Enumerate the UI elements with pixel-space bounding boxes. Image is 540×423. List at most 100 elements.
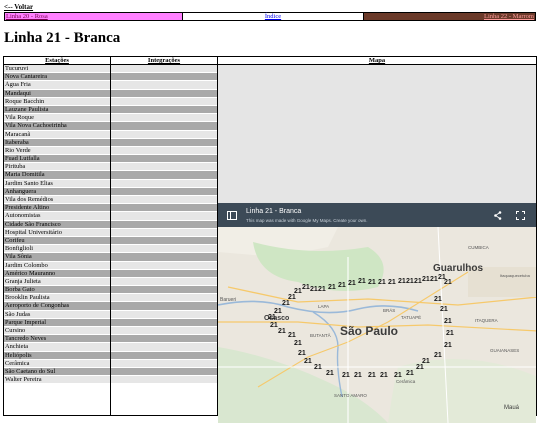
station-marker[interactable]: 21 — [358, 278, 366, 285]
integration-cell — [111, 318, 217, 327]
back-link[interactable]: <-- Voltar — [4, 3, 33, 11]
station-marker[interactable]: 21 — [314, 364, 322, 371]
station-marker[interactable]: 21 — [304, 358, 312, 365]
map-label-sao-paulo: São Paulo — [340, 324, 398, 338]
station-marker[interactable]: 21 — [294, 340, 302, 347]
map-canvas[interactable]: Guarulhos São Paulo Osasco Barueri LAPA … — [218, 227, 536, 423]
map-legend-icon[interactable] — [227, 211, 237, 220]
station-row: Granja Julieta — [4, 277, 110, 287]
index-link[interactable]: Índice — [183, 13, 364, 20]
station-marker[interactable]: 21 — [446, 330, 454, 337]
station-marker[interactable]: 21 — [326, 370, 334, 377]
integrations-column — [110, 64, 218, 416]
integration-cell — [111, 367, 217, 377]
fullscreen-icon[interactable] — [516, 211, 525, 220]
station-marker[interactable]: 21 — [318, 286, 326, 293]
station-marker[interactable]: 21 — [278, 328, 286, 335]
station-row: Vila Nova Cachoeirinha — [4, 122, 110, 131]
station-row: São Caetano do Sul — [4, 367, 110, 377]
station-row: Lauzane Paulista — [4, 105, 110, 115]
station-marker[interactable]: 21 — [416, 364, 424, 371]
station-row: Presidente Altino — [4, 204, 110, 213]
integration-cell — [111, 105, 217, 115]
share-icon[interactable] — [494, 211, 502, 220]
map-label-itaquaquecetuba: Itaquaquecetuba — [500, 273, 531, 278]
station-marker[interactable]: 21 — [354, 372, 362, 379]
map-title[interactable]: Linha 21 - Branca — [246, 208, 301, 215]
station-row: Tancredo Neves — [4, 335, 110, 344]
integration-cell — [111, 359, 217, 368]
integration-cell — [111, 163, 217, 172]
station-marker[interactable]: 21 — [282, 300, 290, 307]
integration-cell — [111, 236, 217, 246]
station-marker[interactable]: 21 — [380, 372, 388, 379]
previous-line-link[interactable]: Linha 20 - Rosa — [5, 13, 183, 20]
station-marker[interactable]: 21 — [394, 372, 402, 379]
next-line-link[interactable]: Linha 22 - Marrom — [364, 13, 535, 20]
station-row: Américo Mauranno — [4, 269, 110, 278]
map-label-tatuape: TATUAPÉ — [401, 314, 421, 320]
map-label-maua: Mauá — [504, 405, 520, 411]
station-row: Cerâmica — [4, 359, 110, 368]
station-marker[interactable]: 21 — [310, 286, 318, 293]
station-row: Pirituba — [4, 163, 110, 172]
station-row: Brooklin Paulista — [4, 294, 110, 303]
station-marker[interactable]: 21 — [368, 279, 376, 286]
station-marker[interactable]: 21 — [328, 284, 336, 291]
station-row: Parque Imperial — [4, 318, 110, 327]
map-label-ceramica: Cerâmica — [396, 379, 416, 384]
station-row: Maracanã — [4, 130, 110, 139]
station-marker[interactable]: 21 — [302, 284, 310, 291]
header-integrations: Integrações — [110, 56, 218, 65]
station-row: Anchieta — [4, 343, 110, 352]
stations-column: Tucuruvi Nova Cantareira Água Fria Mandaqui… — [3, 64, 111, 416]
integration-cell — [111, 327, 217, 336]
map-label-guaianases: GUAIANASES — [490, 348, 519, 353]
integration-cell — [111, 155, 217, 164]
header-stations: Estações — [3, 56, 111, 65]
station-marker[interactable]: 21 — [288, 332, 296, 339]
integration-cell — [111, 130, 217, 139]
station-marker[interactable]: 21 — [414, 278, 422, 285]
station-marker[interactable]: 21 — [444, 342, 452, 349]
integration-cell — [111, 81, 217, 90]
station-marker[interactable]: 21 — [434, 296, 442, 303]
integration-cell — [111, 269, 217, 278]
station-marker[interactable]: 21 — [444, 318, 452, 325]
station-marker[interactable]: 21 — [398, 278, 406, 285]
integration-cell — [111, 261, 217, 270]
station-marker[interactable]: 21 — [422, 358, 430, 365]
station-row: Jardim Santo Elias — [4, 179, 110, 188]
station-marker[interactable]: 21 — [388, 279, 396, 286]
station-marker[interactable]: 21 — [342, 372, 350, 379]
integration-cell — [111, 245, 217, 254]
station-marker[interactable]: 21 — [438, 274, 446, 281]
station-marker[interactable]: 21 — [430, 276, 438, 283]
station-marker[interactable]: 21 — [268, 314, 276, 321]
station-marker[interactable]: 21 — [298, 350, 306, 357]
station-marker[interactable]: 21 — [440, 306, 448, 313]
station-row: Cidade São Francisco — [4, 220, 110, 229]
embedded-map[interactable]: Linha 21 - Branca This map was made with… — [218, 203, 536, 423]
stations-table: Estações Integrações Mapa Tucuruvi Nova C… — [3, 56, 537, 423]
station-row: Anhanguera — [4, 187, 110, 196]
station-marker[interactable]: 21 — [422, 276, 430, 283]
map-label-cumbica: CUMBICA — [468, 245, 489, 250]
integration-cell — [111, 228, 217, 237]
station-marker[interactable]: 21 — [378, 279, 386, 286]
integration-cell — [111, 97, 217, 106]
map-label-santo-amaro: SANTO AMARO — [334, 393, 367, 398]
station-marker[interactable]: 21 — [434, 352, 442, 359]
station-marker[interactable]: 21 — [406, 370, 414, 377]
station-marker[interactable]: 21 — [368, 372, 376, 379]
station-row: Itaberaba — [4, 138, 110, 147]
integration-cell — [111, 171, 217, 180]
station-marker[interactable]: 21 — [406, 278, 414, 285]
integration-cell — [111, 277, 217, 287]
station-marker[interactable]: 21 — [270, 322, 278, 329]
integration-cell — [111, 335, 217, 344]
station-marker[interactable]: 21 — [348, 280, 356, 287]
station-row: Água Fria — [4, 81, 110, 90]
station-marker[interactable]: 21 — [338, 282, 346, 289]
station-row: Fuad Lutfalla — [4, 155, 110, 164]
